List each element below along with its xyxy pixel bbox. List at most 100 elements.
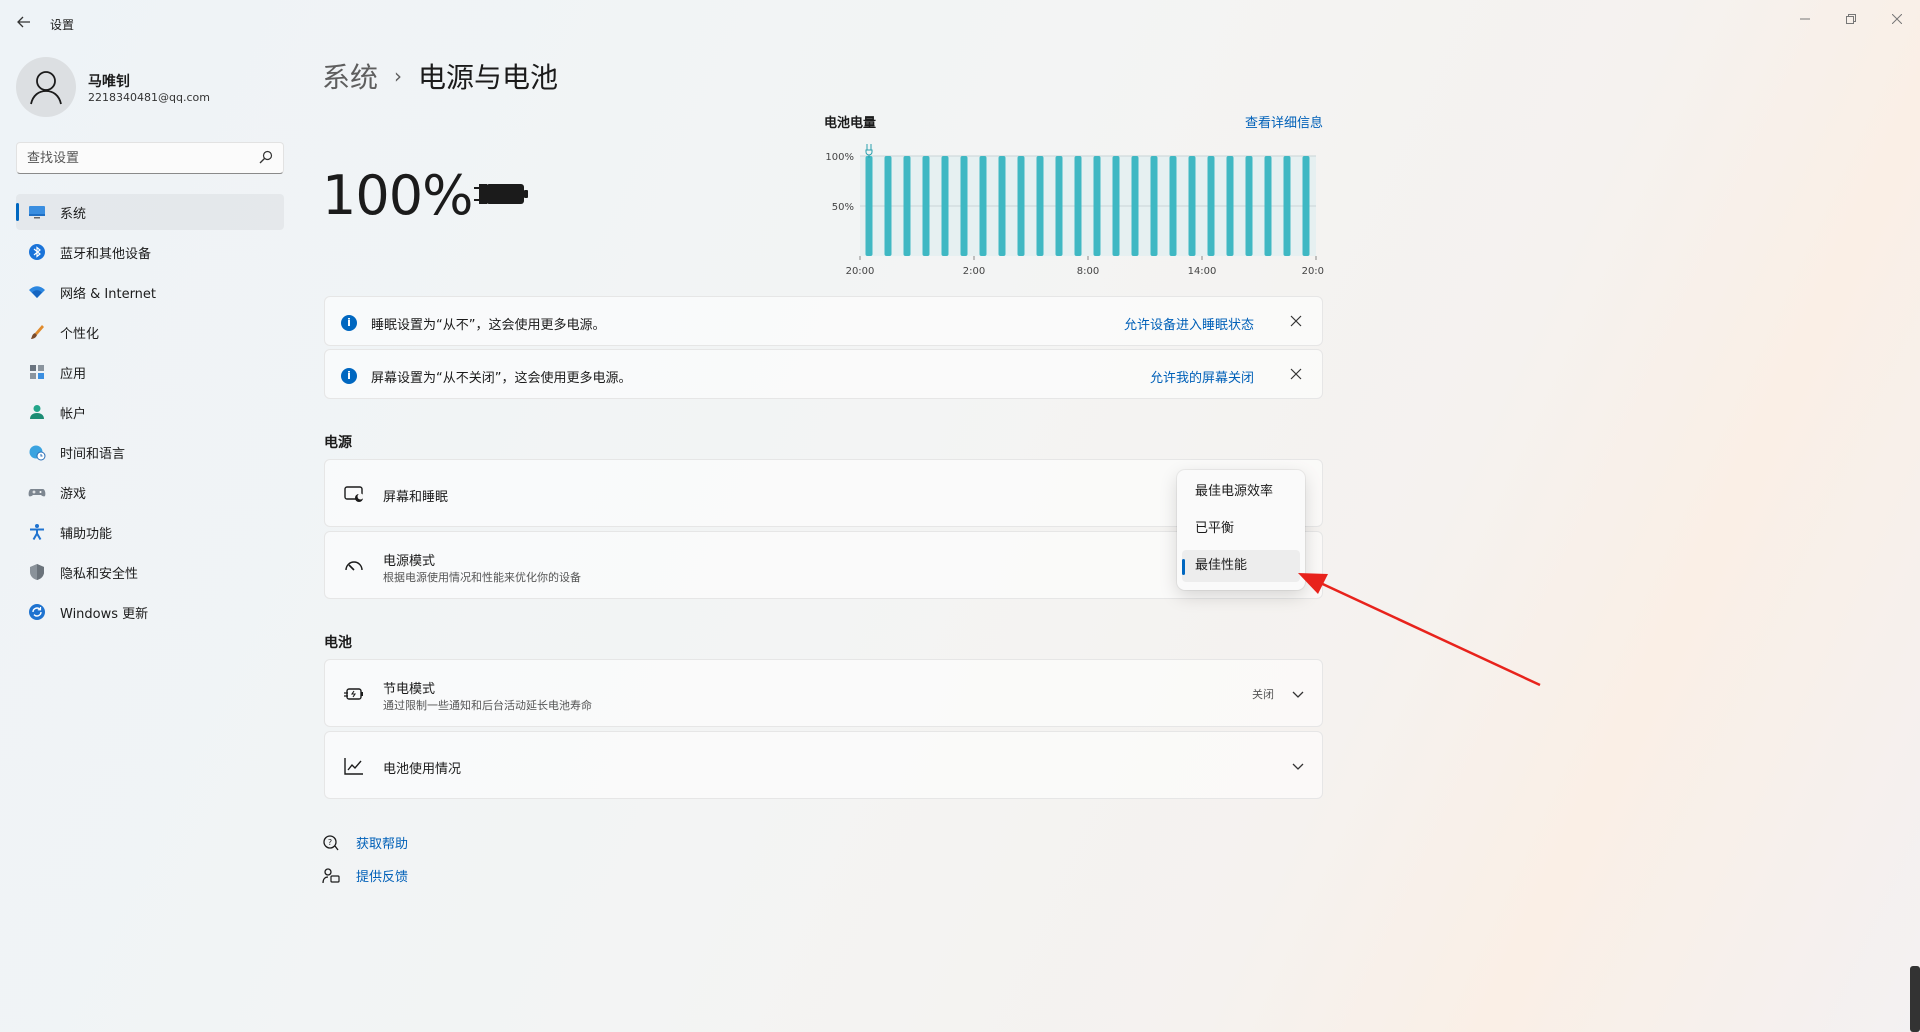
sidebar-item-bluetooth[interactable]: 蓝牙和其他设备: [16, 234, 284, 270]
sidebar-item-privacy[interactable]: 隐私和安全性: [16, 554, 284, 590]
allow-sleep-link[interactable]: 允许设备进入睡眠状态: [1124, 314, 1254, 333]
user-name: 马唯钊: [88, 74, 130, 90]
view-details-link[interactable]: 查看详细信息: [1245, 112, 1323, 131]
chart-bar: [1283, 156, 1291, 256]
battery-section-title: 电池: [324, 635, 352, 651]
annotation-arrow: [1298, 573, 1541, 687]
chart-bar: [960, 156, 968, 256]
dropdown-option[interactable]: 最佳电源效率: [1182, 476, 1300, 508]
apps-icon: [30, 365, 44, 379]
sidebar-item-personalization[interactable]: 个性化: [16, 314, 284, 350]
info-icon: i: [341, 315, 357, 331]
info-icon: i: [341, 368, 357, 384]
close-icon[interactable]: [1284, 310, 1308, 334]
app-title: 设置: [50, 18, 75, 32]
breadcrumb-parent[interactable]: 系统: [322, 56, 378, 96]
power-mode-row[interactable]: 电源模式 根据电源使用情况和性能来优化你的设备: [324, 531, 1323, 599]
row-title: 电源模式: [383, 554, 436, 569]
minimize-button[interactable]: [1782, 6, 1828, 34]
svg-text:?: ?: [328, 838, 332, 847]
speedometer-icon: [345, 561, 363, 571]
chart-bar: [1074, 156, 1082, 256]
row-subtitle: 根据电源使用情况和性能来优化你的设备: [383, 571, 581, 584]
search-input[interactable]: [17, 143, 237, 173]
wifi-icon: [29, 286, 45, 298]
chart-bar: [1131, 156, 1139, 256]
battery-usage-row[interactable]: 电池使用情况: [324, 731, 1323, 799]
power-mode-dropdown[interactable]: 最佳电源效率 已平衡 最佳性能: [1177, 470, 1305, 590]
breadcrumb: 系统 › 电源与电池: [322, 56, 558, 96]
feedback-link[interactable]: 提供反馈: [322, 866, 408, 885]
chart-bar: [1017, 156, 1025, 256]
sidebar-item-label: 隐私和安全性: [60, 566, 139, 582]
sidebar-item-label: Windows 更新: [60, 606, 149, 622]
sidebar-item-windows-update[interactable]: Windows 更新: [16, 594, 284, 630]
chart-bar: [865, 156, 873, 256]
row-title: 节电模式: [383, 682, 436, 697]
chart-bar: [1150, 156, 1158, 256]
battery-saver-status: 关闭: [1252, 688, 1274, 701]
row-title: 电池使用情况: [383, 762, 462, 777]
brush-icon: [31, 325, 44, 339]
person-icon: [30, 71, 62, 105]
scrollbar-thumb[interactable]: [1910, 966, 1920, 1032]
chevron-down-icon[interactable]: [1288, 756, 1308, 776]
sidebar-item-time-language[interactable]: 时间和语言: [16, 434, 284, 470]
title-bar: 设置: [0, 0, 1920, 48]
back-arrow-icon[interactable]: [14, 14, 34, 34]
allow-screen-off-link[interactable]: 允许我的屏幕关闭: [1150, 367, 1254, 386]
sidebar-item-accounts[interactable]: 帐户: [16, 394, 284, 430]
sidebar-item-gaming[interactable]: 游戏: [16, 474, 284, 510]
sidebar-item-accessibility[interactable]: 辅助功能: [16, 514, 284, 550]
chart-bar: [1169, 156, 1177, 256]
chart-bar: [884, 156, 892, 256]
sidebar-item-system[interactable]: 系统: [16, 194, 284, 230]
battery-percentage: 100%: [322, 164, 473, 227]
bluetooth-icon: [29, 244, 45, 260]
sidebar-item-network[interactable]: 网络 & Internet: [16, 274, 284, 310]
feedback-icon: [322, 867, 340, 883]
chart-bar: [1036, 156, 1044, 256]
sidebar-item-label: 时间和语言: [60, 446, 126, 462]
screen-notice-card: i 屏幕设置为“从不关闭”，这会使用更多电源。 允许我的屏幕关闭: [324, 349, 1323, 399]
chart-bar: [1207, 156, 1215, 256]
search-icon[interactable]: [259, 150, 273, 164]
power-section-title: 电源: [324, 435, 352, 451]
globe-clock-icon: [29, 445, 46, 461]
x-tick-label: 20:00: [846, 266, 875, 277]
sidebar-item-label: 辅助功能: [60, 526, 113, 542]
avatar: [16, 57, 76, 117]
chart-bar: [922, 156, 930, 256]
sidebar-item-apps[interactable]: 应用: [16, 354, 284, 390]
shield-icon: [30, 564, 44, 580]
sleep-notice-card: i 睡眠设置为“从不”，这会使用更多电源。 允许设备进入睡眠状态: [324, 296, 1323, 346]
y-tick-label: 50%: [832, 202, 854, 213]
user-profile[interactable]: 马唯钊 2218340481@qq.com: [16, 57, 286, 117]
get-help-label[interactable]: 获取帮助: [356, 833, 408, 852]
sidebar-item-label: 个性化: [60, 326, 100, 342]
sidebar-item-label: 网络 & Internet: [60, 286, 157, 302]
chart-bar: [1093, 156, 1101, 256]
restore-button[interactable]: [1828, 6, 1874, 34]
close-window-button[interactable]: [1874, 6, 1920, 34]
get-help-link[interactable]: ? 获取帮助: [322, 833, 408, 852]
chart-bar: [1245, 156, 1253, 256]
gamepad-icon: [28, 489, 46, 497]
chart-bar: [941, 156, 949, 256]
page-title: 电源与电池: [418, 61, 559, 94]
dropdown-option[interactable]: 已平衡: [1182, 513, 1300, 545]
search-box[interactable]: [16, 142, 284, 174]
x-tick-label: 2:00: [963, 266, 985, 277]
battery-saver-row[interactable]: 节电模式 通过限制一些通知和后台活动延长电池寿命 关闭: [324, 659, 1323, 727]
user-email: 2218340481@qq.com: [88, 91, 210, 104]
screen-sleep-row[interactable]: 屏幕和睡眠: [324, 459, 1323, 527]
sidebar-item-label: 帐户: [60, 406, 87, 422]
feedback-label[interactable]: 提供反馈: [356, 866, 408, 885]
dropdown-option-selected[interactable]: 最佳性能: [1182, 550, 1300, 582]
close-icon[interactable]: [1284, 363, 1308, 387]
y-tick-label: 100%: [825, 152, 854, 163]
sidebar-item-label: 系统: [60, 206, 87, 222]
sidebar-item-label: 游戏: [60, 486, 87, 502]
accessibility-icon: [30, 524, 44, 541]
chart-bar: [998, 156, 1006, 256]
